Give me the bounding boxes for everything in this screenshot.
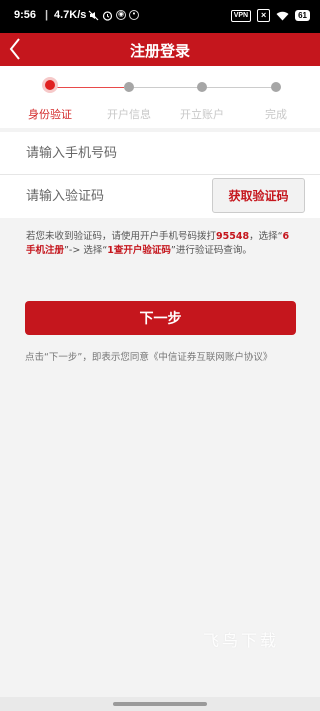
watermark: 飞鸟下载: [203, 631, 280, 650]
alarm-icon: [102, 11, 113, 21]
step-dot-3: [197, 82, 207, 92]
app-notification-icon: •: [129, 10, 139, 20]
notice-text: ，选择“: [249, 231, 283, 242]
verification-notice: 若您未收到验证码，请使用开户手机号码拨打95548，选择“6手机注册”-> 选择…: [26, 230, 298, 258]
status-time: 9:56: [14, 9, 37, 21]
status-bar: 9:56 | 4.7K/s ◉ • VPN × 61: [0, 0, 320, 33]
step-connector: [129, 87, 199, 88]
notice-text: 若您未收到验证码，请使用开户手机号码拨打: [26, 231, 217, 242]
verification-code-input[interactable]: [26, 185, 176, 207]
vpn-icon: VPN: [230, 9, 252, 22]
battery-icon: 61: [295, 10, 310, 21]
login-form: 获取验证码: [0, 132, 320, 218]
phone-row: [0, 132, 320, 175]
code-row: 获取验证码: [0, 175, 320, 217]
next-step-button[interactable]: 下一步: [25, 301, 296, 335]
hotline-number: 95548: [216, 231, 250, 242]
step-connector: [206, 87, 273, 88]
step-progress: 身份验证 开户信息 开立账户 完成: [0, 66, 320, 128]
notice-text: ”-> 选择“: [64, 245, 108, 256]
step-label-1: 身份验证: [28, 108, 72, 121]
step-connector: [50, 87, 124, 88]
notice-text: ”进行验证码查询。: [170, 245, 252, 256]
step-dot-2: [124, 82, 134, 92]
step-label-3: 开立账户: [180, 108, 224, 121]
network-speed: 4.7K/s: [54, 9, 87, 21]
step-dot-1: [45, 80, 55, 90]
status-right: VPN × 61: [230, 9, 310, 22]
notification-icons: ◉ •: [88, 10, 139, 21]
step-dot-4: [271, 82, 281, 92]
app-notification-icon: ◉: [116, 10, 126, 20]
step-label-4: 完成: [265, 108, 287, 121]
notice-option-2: 1查开户验证码: [107, 245, 171, 256]
home-indicator[interactable]: [113, 702, 207, 706]
agreement-text[interactable]: 点击“下一步”，即表示您同意《中信证券互联网账户协议》: [25, 349, 272, 363]
page-title: 注册登录: [129, 42, 190, 60]
get-code-button[interactable]: 获取验证码: [212, 178, 305, 213]
muted-icon: [88, 10, 99, 21]
system-nav-bar: [0, 697, 320, 711]
no-sim-icon: ×: [257, 9, 271, 22]
header-bar: 注册登录: [0, 33, 320, 66]
step-label-2: 开户信息: [107, 108, 151, 121]
wifi-icon: [276, 11, 289, 20]
status-separator: |: [45, 9, 49, 21]
phone-input[interactable]: [26, 142, 226, 164]
